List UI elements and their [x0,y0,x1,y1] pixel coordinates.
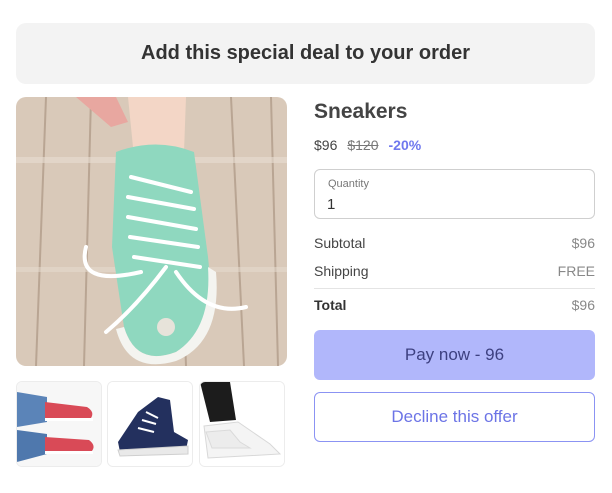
original-price: $120 [347,137,379,153]
subtotal-label: Subtotal [314,235,366,251]
product-main-image[interactable] [16,97,287,366]
subtotal-row: Subtotal $96 [314,235,595,251]
subtotal-value: $96 [571,235,595,251]
banner-title: Add this special deal to your order [141,42,470,64]
navy-sneaker-icon [108,382,192,466]
decline-offer-button[interactable]: Decline this offer [314,392,595,442]
sale-price: $96 [314,137,338,153]
shipping-row: Shipping FREE [314,263,595,279]
summary-divider [314,288,595,289]
total-value: $96 [571,297,595,313]
pay-now-button[interactable]: Pay now - 96 [314,330,595,380]
shipping-label: Shipping [314,263,369,279]
product-title: Sneakers [314,100,408,123]
offer-banner: Add this special deal to your order [16,23,595,84]
white-sneakers-icon [200,382,284,466]
quantity-input[interactable] [327,194,577,214]
quantity-field[interactable]: Quantity [314,169,595,219]
red-sneakers-icon [17,382,101,466]
sneaker-main-illustration [16,97,287,366]
total-label: Total [314,297,347,313]
quantity-label: Quantity [328,178,369,190]
thumbnail-navy-sneaker[interactable] [107,381,193,467]
total-row: Total $96 [314,297,595,313]
shipping-value: FREE [557,263,595,279]
thumbnail-white-sneakers[interactable] [199,381,285,467]
discount-badge: -20% [388,137,422,153]
thumbnail-red-sneakers[interactable] [16,381,102,467]
price-row: $96 $120 -20% [314,137,421,153]
